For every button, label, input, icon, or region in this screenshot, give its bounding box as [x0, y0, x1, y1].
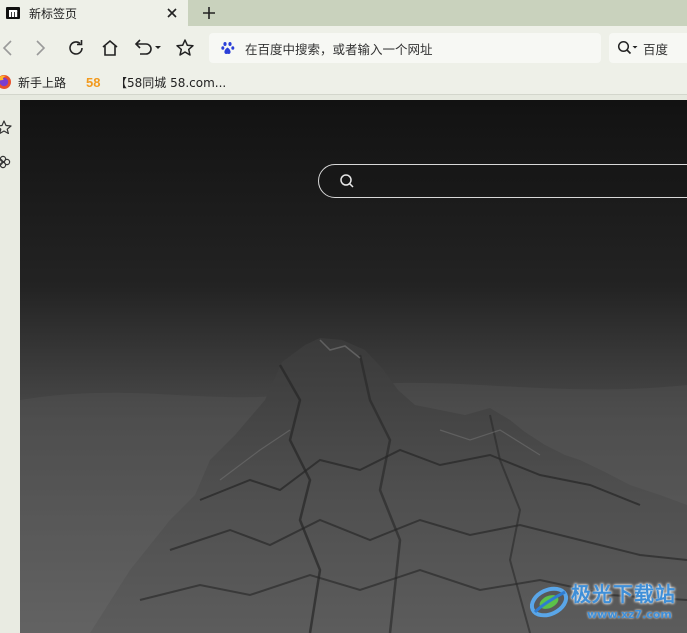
- home-icon: [102, 39, 118, 56]
- forward-icon: [36, 40, 46, 56]
- tab-strip: 新标签页: [0, 0, 687, 26]
- search-icon: [339, 173, 355, 189]
- bookmark-item[interactable]: 【58同城 58.com...: [115, 73, 226, 91]
- search-engine-label: 百度: [643, 41, 669, 57]
- side-favorites-button[interactable]: [0, 119, 14, 135]
- new-tab-page: [20, 100, 687, 633]
- favorites-star-icon: [0, 120, 12, 134]
- 58-logo-icon: 58: [86, 74, 104, 90]
- undo-close-tab-button[interactable]: [132, 36, 164, 60]
- baidu-paw-icon: [220, 40, 236, 56]
- forward-button[interactable]: [29, 36, 53, 60]
- refresh-button[interactable]: [64, 36, 88, 60]
- browser-window: 新标签页 在百度中搜索，或者输入一个网址 百度 新手上路 58 【58同城 58…: [0, 0, 687, 633]
- bookmark-item[interactable]: 新手上路: [0, 73, 66, 91]
- undo-icon: [134, 39, 161, 55]
- side-settings-button[interactable]: [0, 154, 14, 170]
- favorite-star-icon: [176, 39, 194, 56]
- navigation-toolbar: 在百度中搜索，或者输入一个网址 百度: [0, 26, 687, 70]
- maxthon-logo-icon: [6, 6, 20, 20]
- bookmark-label: 【58同城 58.com...: [115, 75, 227, 90]
- tab-title: 新标签页: [29, 6, 78, 21]
- address-bar[interactable]: 在百度中搜索，或者输入一个网址: [209, 33, 601, 63]
- back-icon: [2, 40, 12, 56]
- plus-icon: [203, 7, 215, 19]
- search-engine-box[interactable]: 百度: [609, 33, 687, 63]
- ntp-search-box[interactable]: [318, 164, 687, 198]
- search-icon[interactable]: [617, 40, 639, 56]
- settings-flower-icon: [0, 155, 11, 169]
- ntp-search-input[interactable]: [363, 172, 667, 190]
- back-button[interactable]: [0, 36, 19, 60]
- close-icon[interactable]: [164, 5, 180, 21]
- bookmarks-bar: 新手上路 58 【58同城 58.com...: [0, 70, 687, 95]
- firefox-icon: [0, 74, 12, 90]
- add-favorite-button[interactable]: [173, 36, 197, 60]
- side-panel: [0, 100, 20, 633]
- new-tab-button[interactable]: [199, 3, 219, 23]
- bookmark-label: 新手上路: [18, 75, 67, 90]
- address-placeholder: 在百度中搜索，或者输入一个网址: [245, 41, 433, 57]
- 58-logo-text: 58: [86, 75, 100, 89]
- bookmark-item[interactable]: 58: [86, 73, 110, 91]
- tab-new-tab[interactable]: 新标签页: [0, 0, 188, 26]
- refresh-icon: [69, 40, 83, 55]
- home-button[interactable]: [98, 36, 122, 60]
